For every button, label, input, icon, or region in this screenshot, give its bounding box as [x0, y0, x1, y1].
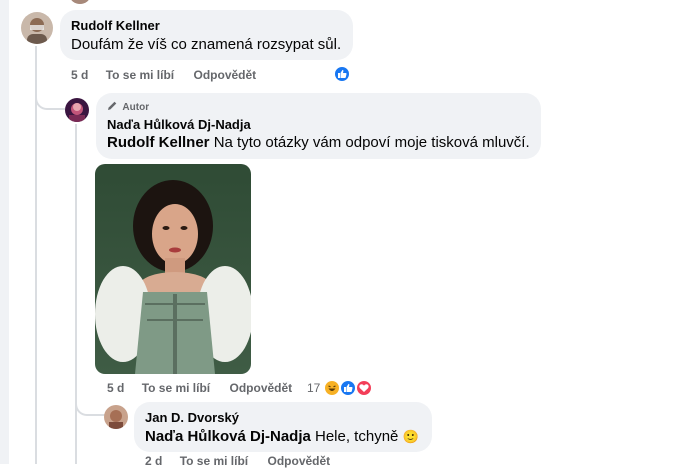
like-reaction-icon — [339, 379, 357, 397]
comment-timestamp[interactable]: 2 d — [145, 454, 162, 468]
reaction-summary[interactable] — [333, 65, 351, 83]
pencil-icon — [107, 100, 118, 113]
author-badge-label: Autor — [122, 102, 150, 113]
comment-actions: 2 d To se mi líbí Odpovědět — [145, 454, 342, 468]
like-button[interactable]: To se mi líbí — [180, 454, 248, 468]
like-button[interactable]: To se mi líbí — [142, 381, 210, 395]
thread-connector — [75, 398, 105, 416]
comment-author[interactable]: Rudolf Kellner — [71, 18, 160, 33]
author-badge: Autor — [107, 100, 149, 113]
comment-photo[interactable] — [95, 164, 251, 374]
comment-bubble: Rudolf Kellner Doufám že víš co znamená … — [60, 10, 353, 60]
comment-text: Hele, tchyně — [315, 428, 399, 445]
comment-author[interactable]: Naďa Hůlková Dj-Nadja — [107, 117, 251, 132]
comment-bubble: Autor Naďa Hůlková Dj-Nadja Rudolf Kelln… — [96, 93, 541, 159]
comment-text: Na tyto otázky vám odpoví moje tisková m… — [213, 134, 530, 151]
like-button[interactable]: To se mi líbí — [106, 68, 174, 82]
avatar[interactable] — [65, 98, 89, 122]
comment-text: Doufám že víš co znamená rozsypat sůl. — [71, 36, 342, 53]
reply-button[interactable]: Odpovědět — [194, 68, 257, 82]
comment-text-line: Rudolf Kellner Na tyto otázky vám odpoví… — [107, 134, 530, 151]
smile-emoji-icon: 🙂 — [402, 430, 419, 445]
thread-connector — [35, 90, 65, 110]
mention-link[interactable]: Rudolf Kellner — [107, 134, 210, 151]
haha-reaction-icon — [323, 379, 341, 397]
thread-line — [75, 124, 77, 464]
comment-actions: 5 d To se mi líbí Odpovědět — [71, 68, 268, 82]
avatar[interactable] — [21, 12, 53, 44]
mention-link[interactable]: Naďa Hůlková Dj-Nadja — [145, 428, 311, 445]
comment-author[interactable]: Jan D. Dvorský — [145, 410, 239, 425]
comment-text-line: Naďa Hůlková Dj-Nadja Hele, tchyně 🙂 — [145, 428, 419, 445]
reaction-count: 17 — [307, 381, 321, 395]
comment-timestamp[interactable]: 5 d — [107, 381, 124, 395]
reaction-summary[interactable]: 17 — [307, 378, 377, 398]
comment-actions: 5 d To se mi líbí Odpovědět — [107, 381, 304, 395]
reply-button[interactable]: Odpovědět — [268, 454, 331, 468]
comment-timestamp[interactable]: 5 d — [71, 68, 88, 82]
love-reaction-icon — [355, 379, 373, 397]
like-reaction-icon — [333, 65, 351, 83]
comment-bubble: Jan D. Dvorský Naďa Hůlková Dj-Nadja Hel… — [134, 402, 432, 452]
avatar[interactable] — [70, 0, 90, 4]
avatar[interactable] — [104, 405, 128, 429]
reply-button[interactable]: Odpovědět — [230, 381, 293, 395]
thread-line — [35, 46, 37, 464]
left-panel-edge — [0, 0, 9, 464]
